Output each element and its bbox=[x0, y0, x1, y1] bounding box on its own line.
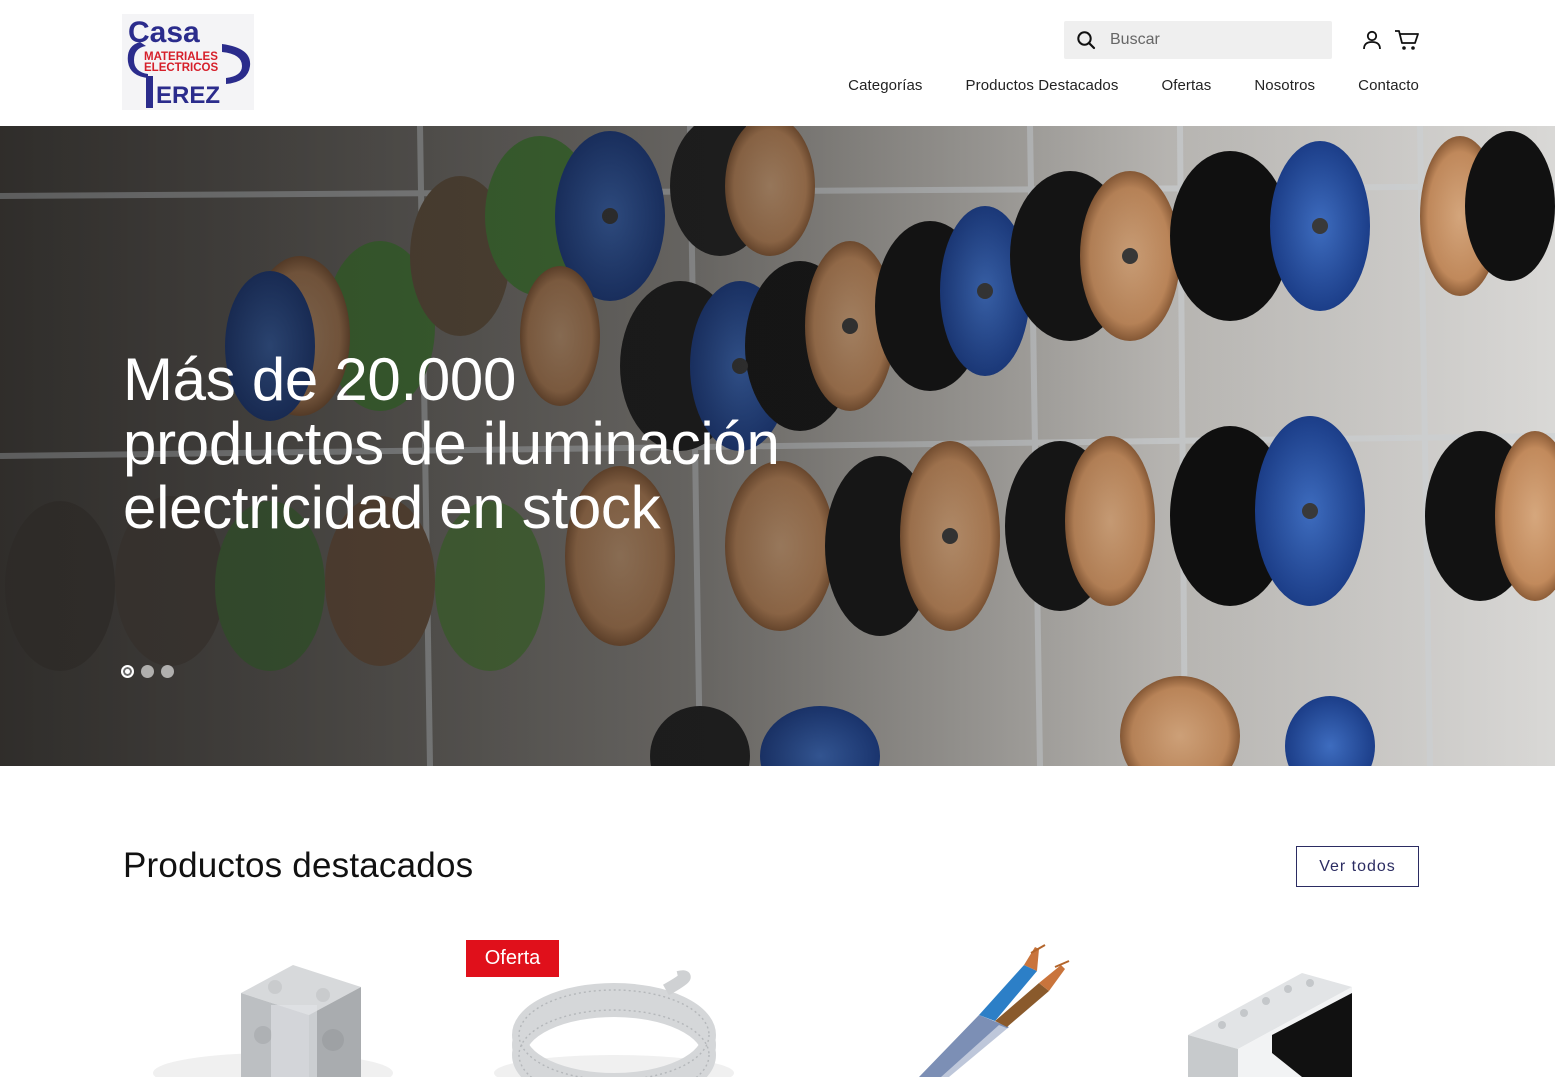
view-all-button[interactable]: Ver todos bbox=[1296, 846, 1419, 887]
product-image-cable bbox=[919, 944, 1070, 1077]
search-input[interactable]: Buscar bbox=[1110, 31, 1160, 49]
product-image-junction-box bbox=[153, 965, 393, 1077]
hero-title-line-2: productos de iluminación bbox=[123, 410, 780, 477]
hero-banner: Más de 20.000 productos de iluminación e… bbox=[0, 126, 1555, 766]
site-header: Casa MATERIALES ELECTRICOS EREZ Buscar C… bbox=[0, 0, 1555, 126]
nav-nosotros[interactable]: Nosotros bbox=[1254, 77, 1315, 94]
offer-badge: Oferta bbox=[466, 940, 559, 977]
logo-word-top: Casa bbox=[128, 16, 200, 49]
product-card-junction-box[interactable] bbox=[123, 935, 433, 1077]
nav-contacto[interactable]: Contacto bbox=[1358, 77, 1419, 94]
nav-ofertas[interactable]: Ofertas bbox=[1161, 77, 1211, 94]
carousel-dots bbox=[121, 665, 174, 678]
hero-title: Más de 20.000 productos de iluminación e… bbox=[123, 348, 883, 540]
search-box[interactable]: Buscar bbox=[1064, 21, 1332, 59]
cart-icon[interactable] bbox=[1394, 28, 1420, 52]
site-logo[interactable]: Casa MATERIALES ELECTRICOS EREZ bbox=[122, 14, 254, 110]
product-card-cable[interactable] bbox=[809, 935, 1119, 1077]
product-image-distribution-box bbox=[1188, 973, 1352, 1077]
user-icon[interactable] bbox=[1360, 28, 1384, 52]
hero-title-line-3: electricidad en stock bbox=[123, 474, 661, 541]
logo-word-bottom: EREZ bbox=[156, 82, 220, 109]
product-card-distribution-box[interactable] bbox=[1152, 935, 1462, 1077]
search-icon[interactable] bbox=[1076, 30, 1096, 50]
carousel-dot-3[interactable] bbox=[161, 665, 174, 678]
featured-section-title: Productos destacados bbox=[123, 846, 474, 885]
carousel-dot-2[interactable] bbox=[141, 665, 154, 678]
main-nav: Categorías Productos Destacados Ofertas … bbox=[848, 77, 1419, 94]
nav-categorias[interactable]: Categorías bbox=[848, 77, 922, 94]
carousel-dot-1[interactable] bbox=[121, 665, 134, 678]
logo-line-2: ELECTRICOS bbox=[144, 62, 218, 74]
hero-title-line-1: Más de 20.000 bbox=[123, 346, 517, 413]
nav-productos-destacados[interactable]: Productos Destacados bbox=[966, 77, 1119, 94]
